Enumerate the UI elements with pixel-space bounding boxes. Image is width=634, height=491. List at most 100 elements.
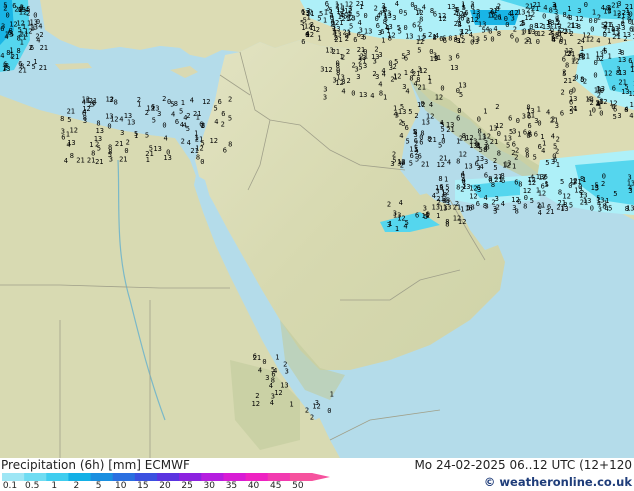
precip-value: 4 [429,101,433,109]
precip-value: 3 [387,221,391,229]
precip-value: 4 [370,92,374,100]
precip-value: 6 [443,37,447,45]
precip-value: 21 [618,79,626,87]
precip-value: 0 [536,38,540,46]
precip-value: 3 [598,206,602,214]
precip-value: 6 [433,11,437,19]
precip-value: 1 [425,211,429,219]
precip-value: 2 [526,36,530,44]
precip-value: 2 [623,35,627,43]
precip-value: 2 [347,77,351,85]
precip-value: 8 [383,18,387,26]
precip-value: 4 [530,174,534,182]
precip-value: 1 [359,3,363,11]
precip-value: 21 [421,161,429,169]
credit-link[interactable]: © weatheronline.co.uk [484,475,632,489]
precip-value: 8 [497,150,501,158]
precip-value: 13 [422,118,430,126]
precip-value: 2 [345,35,349,43]
legend-arrow [312,473,330,481]
precip-value: 0 [262,358,266,366]
precip-value: 0 [162,121,166,129]
precip-value: 13 [364,28,372,36]
precip-value: 5 [528,131,532,139]
precip-value: 2 [493,157,497,165]
precip-value: 2 [601,180,605,188]
precip-value: 6 [175,118,179,126]
precip-value: 12 [438,15,446,23]
precip-value: 3 [109,96,113,104]
precip-value: 3 [375,73,379,81]
precip-value: 8 [6,49,10,57]
precip-value: 8 [549,7,553,15]
precip-value: 13 [280,381,288,389]
precip-value: 12 [344,7,352,15]
precip-value: 4 [164,135,168,143]
precip-value: 2 [29,44,33,52]
precip-value: 1 [621,17,625,25]
precip-value: 5 [522,20,526,28]
precip-value: 1 [317,34,321,42]
precip-value: 3 [507,160,511,168]
precip-value: 13 [105,112,113,120]
precip-value: 5 [383,6,387,14]
precip-value: 1 [194,134,198,142]
precip-value: 3 [456,37,460,45]
precip-value: 12 [459,151,467,159]
precip-value: 3 [551,158,555,166]
precip-value: 8 [525,151,529,159]
precip-value: 0 [515,37,519,45]
precip-value: 8 [523,202,527,210]
precip-value: 6 [456,6,460,14]
precip-value: 13 [517,9,525,17]
precip-value: 6 [510,32,514,40]
precip-value: 8 [563,11,567,19]
precip-value: 2 [414,112,418,120]
precip-value: 2 [326,4,330,12]
precip-value: 0 [351,90,355,98]
precip-value: 4 [484,194,488,202]
precip-value: 6 [419,138,423,146]
precip-value: 0 [444,197,448,205]
precip-value: 0 [404,24,408,32]
precip-value: 3 [448,55,452,63]
precip-value: 5 [560,178,564,186]
precip-value: 12 [435,93,443,101]
precip-value: 5 [400,103,404,111]
precip-value: 3 [392,14,396,22]
precip-value: 0 [538,203,542,211]
precip-value: 21 [87,156,95,164]
precip-value: 0 [524,194,528,202]
precip-value: 3 [356,73,360,81]
precip-value: 4 [399,199,403,207]
precip-value: 0 [420,100,424,108]
precip-value: 13 [594,86,602,94]
precip-value: 4 [183,114,187,122]
precip-value: 6 [629,25,633,33]
precip-value: 6 [484,172,488,180]
precip-value: 2 [399,118,403,126]
precip-value: 21 [67,107,75,115]
precip-value: 4 [543,4,547,12]
precip-value: 2 [561,89,565,97]
precip-value: 12 [511,196,519,204]
precip-value: 5 [533,154,537,162]
precip-value: 6 [508,114,512,122]
precip-value: 4 [435,32,439,40]
precip-value: 1 [146,156,150,164]
precip-value: 8 [471,203,475,211]
precip-value: 6 [301,38,305,46]
precip-value: 4 [596,37,600,45]
precip-value: 21 [335,19,343,27]
precip-value: 0 [33,12,37,20]
precip-value: 3 [120,129,124,137]
precip-value: 0 [441,138,445,146]
precip-value: 8 [568,14,572,22]
precip-value: 13 [127,118,135,126]
precipitation-map: 1561251113136121322122084212121216381361… [0,0,634,458]
precip-value: 0 [327,407,331,415]
precip-value: 4 [447,158,451,166]
precip-value: 13 [153,145,161,153]
precip-value: 4 [269,382,273,390]
precip-value: 8 [448,34,452,42]
